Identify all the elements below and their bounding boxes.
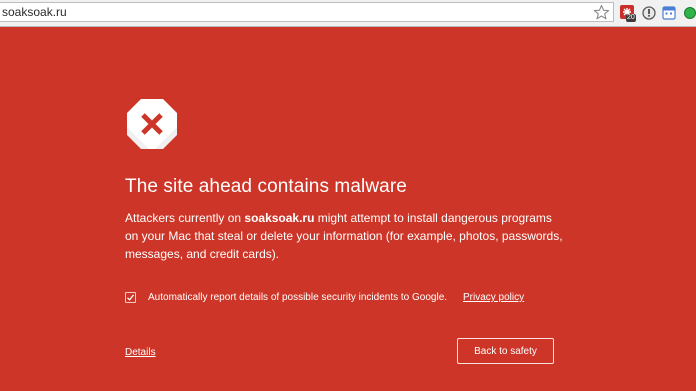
malware-interstitial: The site ahead contains malware Attacker… (0, 27, 696, 391)
report-label: Automatically report details of possible… (148, 292, 448, 303)
site-name: soaksoak.ru (244, 211, 315, 225)
checkmark-icon (127, 294, 135, 301)
privacy-policy-link[interactable]: Privacy policy (463, 291, 524, 305)
details-link[interactable]: Details (125, 346, 156, 360)
page-title: The site ahead contains malware (125, 176, 407, 197)
back-to-safety-button[interactable]: Back to safety (457, 338, 554, 364)
url-text[interactable]: soaksoak.ru (2, 5, 67, 19)
description-prefix: Attackers currently on (125, 211, 245, 225)
extension-badge: 20 (626, 14, 636, 22)
browser-toolbar: soaksoak.ru 20 (0, 0, 696, 27)
malware-description: Attackers currently on soaksoak.ru might… (125, 209, 565, 263)
calendar-icon[interactable] (662, 4, 676, 22)
green-status-icon[interactable] (683, 4, 696, 22)
red-extension-icon[interactable]: 20 (620, 4, 636, 22)
bookmark-star-icon[interactable] (593, 4, 610, 21)
info-icon[interactable] (642, 4, 656, 22)
address-bar[interactable]: soaksoak.ru (0, 2, 614, 22)
report-checkbox[interactable] (125, 292, 136, 303)
malware-warning-icon (127, 99, 177, 149)
